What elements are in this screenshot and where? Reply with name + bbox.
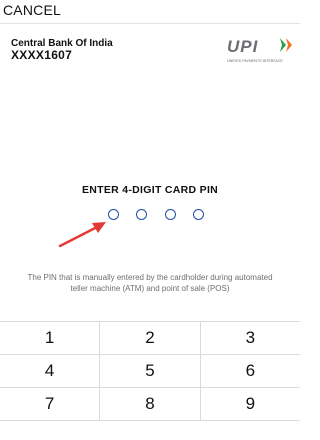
key-7[interactable]: 7 [0, 388, 101, 421]
key-9[interactable]: 9 [200, 388, 300, 421]
numeric-keypad: 1 2 3 4 5 6 7 8 9 [0, 321, 300, 440]
account-number: XXXX1607 [11, 48, 73, 62]
top-bar: CANCEL [0, 0, 300, 24]
upi-logo-green-chevron [280, 38, 286, 52]
key-6[interactable]: 6 [200, 355, 300, 388]
key-5[interactable]: 5 [100, 355, 201, 388]
key-1[interactable]: 1 [0, 322, 101, 355]
key-4[interactable]: 4 [0, 355, 101, 388]
pin-helper-text: The PIN that is manually entered by the … [27, 273, 273, 293]
key-3[interactable]: 3 [200, 322, 300, 355]
pin-digit-4[interactable] [192, 209, 204, 220]
keypad-row: 4 5 6 [0, 355, 300, 388]
cancel-button[interactable]: CANCEL [3, 2, 61, 18]
upi-logo-tagline: UNIFIED PAYMENTS INTERFACE [227, 59, 283, 63]
pin-digit-2[interactable] [136, 209, 148, 220]
upi-logo-orange-chevron [286, 38, 292, 52]
pin-title: ENTER 4-DIGIT CARD PIN [81, 184, 219, 196]
keypad-row: 7 8 9 [0, 388, 300, 421]
key-2[interactable]: 2 [100, 322, 201, 355]
pin-digit-3[interactable] [164, 209, 176, 220]
keypad-row: 1 2 3 [0, 322, 300, 355]
pin-input[interactable] [108, 209, 204, 223]
upi-logo-text: UPI [227, 37, 259, 56]
pointer-arrow-icon [58, 222, 106, 248]
key-8[interactable]: 8 [100, 388, 201, 421]
upi-logo: UPI UNIFIED PAYMENTS INTERFACE [227, 37, 292, 63]
